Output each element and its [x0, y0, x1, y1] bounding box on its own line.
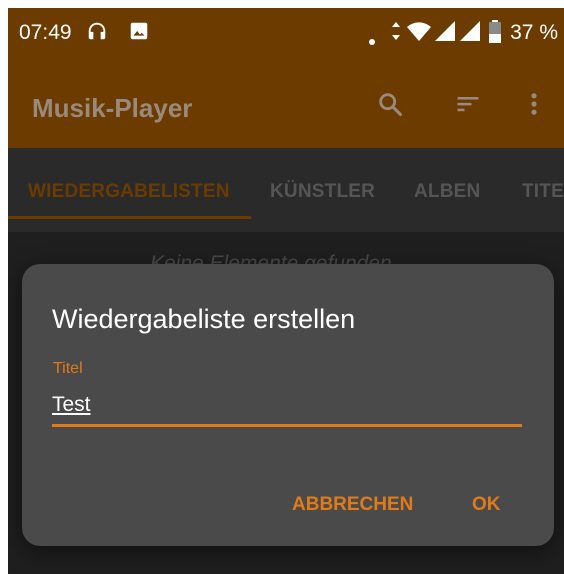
tab-bar: WIEDERGABELISTEN KÜNSTLER ALBEN TITEL [8, 148, 564, 232]
more-vert-icon[interactable] [520, 90, 548, 123]
status-bar: 07:49 37 % [8, 8, 564, 58]
tab-wiedergabelisten[interactable]: WIEDERGABELISTEN [28, 181, 230, 203]
title-field-label: Titel [53, 360, 83, 377]
phone-frame: 07:49 37 % Musik-Player WIEDERGABELISTEN… [8, 8, 564, 574]
status-time: 07:49 [19, 21, 72, 44]
signal-icon [434, 20, 456, 48]
cancel-button[interactable]: ABBRECHEN [292, 494, 413, 516]
signal-icon-2 [459, 20, 481, 48]
screen: 07:49 37 % Musik-Player WIEDERGABELISTEN… [0, 0, 564, 574]
dot-icon [368, 28, 376, 52]
dialog-title: Wiedergabeliste erstellen [52, 304, 356, 334]
sort-icon[interactable] [454, 90, 482, 123]
ok-button[interactable]: OK [472, 494, 501, 516]
battery-percentage: 37 % [510, 21, 558, 44]
tab-kuenstler[interactable]: KÜNSTLER [270, 181, 375, 203]
title-input[interactable] [52, 388, 522, 427]
create-playlist-dialog: Wiedergabeliste erstellen Titel ABBRECHE… [22, 264, 554, 546]
app-bar: Musik-Player [8, 58, 564, 148]
app-title: Musik-Player [32, 93, 193, 123]
battery-icon [488, 20, 502, 50]
headphones-icon [86, 20, 108, 48]
tab-indicator [8, 216, 251, 219]
tab-titel[interactable]: TITEL [522, 181, 564, 203]
image-icon [128, 20, 150, 48]
data-transfer-icon [390, 20, 402, 48]
search-icon[interactable] [376, 90, 404, 123]
wifi-icon [406, 20, 432, 48]
tab-alben[interactable]: ALBEN [414, 181, 480, 203]
